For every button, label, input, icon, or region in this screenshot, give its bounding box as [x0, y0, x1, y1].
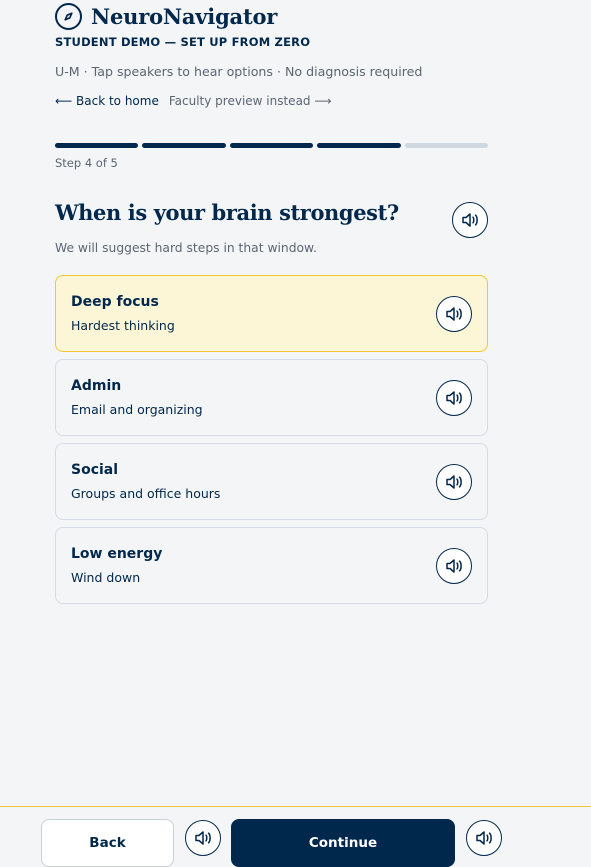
option-description: Hardest thinking: [71, 318, 175, 333]
question-title: When is your brain strongest?: [55, 200, 399, 225]
question-speaker-button[interactable]: [452, 202, 488, 238]
option-description: Groups and office hours: [71, 486, 221, 501]
speaker-icon[interactable]: [452, 202, 488, 238]
progress-segment: [229, 143, 314, 148]
option-description: Wind down: [71, 570, 141, 585]
option-deep-focus[interactable]: Deep focus Hardest thinking: [55, 275, 488, 352]
speaker-icon[interactable]: [436, 464, 472, 500]
back-button[interactable]: Back: [41, 819, 174, 867]
option-social[interactable]: Social Groups and office hours: [55, 443, 488, 520]
progress-segment: [317, 143, 401, 148]
option-low-energy[interactable]: Low energy Wind down: [55, 527, 488, 604]
progress-segment: [404, 143, 489, 148]
option-title: Admin: [71, 378, 122, 394]
progress-bar: [55, 143, 489, 148]
progress-segment: [55, 143, 139, 148]
progress-segment: [142, 143, 226, 148]
step-indicator: Step 4 of 5: [55, 156, 118, 170]
brand: NeuroNavigator: [55, 3, 277, 30]
faculty-preview-link[interactable]: Faculty preview instead ⟶: [169, 94, 332, 108]
option-title: Low energy: [71, 546, 163, 562]
option-title: Deep focus: [71, 294, 159, 310]
option-title: Social: [71, 462, 119, 478]
continue-button[interactable]: Continue: [231, 819, 455, 867]
option-admin[interactable]: Admin Email and organizing: [55, 359, 488, 436]
speaker-icon[interactable]: [466, 820, 502, 856]
nav-links: ⟵ Back to home Faculty preview instead ⟶: [55, 94, 332, 108]
speaker-icon[interactable]: [436, 548, 472, 584]
back-to-home-link[interactable]: ⟵ Back to home: [55, 94, 159, 108]
speaker-icon[interactable]: [436, 296, 472, 332]
brand-name: NeuroNavigator: [91, 4, 278, 29]
page-subtitle: STUDENT DEMO — SET UP FROM ZERO: [55, 35, 311, 49]
footer-bar: Back Continue: [0, 806, 591, 867]
compass-icon: [55, 3, 82, 30]
speaker-icon[interactable]: [436, 380, 472, 416]
tagline: U-M · Tap speakers to hear options · No …: [55, 64, 423, 79]
speaker-icon[interactable]: [185, 820, 221, 856]
options-list: Deep focus Hardest thinking Admin Email …: [55, 275, 488, 611]
option-description: Email and organizing: [71, 402, 203, 417]
question-hint: We will suggest hard steps in that windo…: [55, 241, 317, 255]
